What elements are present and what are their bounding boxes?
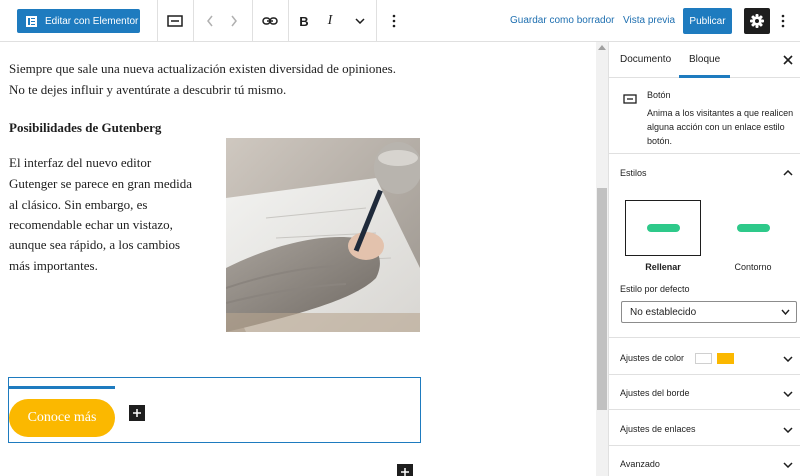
divider bbox=[609, 445, 800, 446]
more-formatting-chevron-icon[interactable] bbox=[350, 11, 370, 31]
toolbar-divider bbox=[252, 0, 253, 42]
scrollbar-thumb[interactable] bbox=[597, 188, 607, 410]
toolbar-divider bbox=[288, 0, 289, 42]
advanced-panel[interactable]: Avanzado bbox=[620, 459, 660, 469]
color-settings-panel[interactable]: Ajustes de color bbox=[620, 353, 684, 363]
body-line[interactable]: El interfaz del nuevo editor bbox=[9, 152, 151, 173]
body-line[interactable]: Gutenger se parece en gran medida bbox=[9, 173, 192, 194]
body-line[interactable]: recomendable echar un vistazo, bbox=[9, 214, 173, 235]
default-style-label: Estilo por defecto bbox=[620, 284, 690, 294]
link-settings-panel[interactable]: Ajustes de enlaces bbox=[620, 424, 696, 434]
edit-with-elementor-label: Editar con Elementor bbox=[45, 15, 139, 27]
border-settings-panel[interactable]: Ajustes del borde bbox=[620, 388, 690, 398]
divider bbox=[609, 374, 800, 375]
divider bbox=[609, 337, 800, 338]
style-option-rellenar[interactable] bbox=[625, 200, 701, 256]
intro-line[interactable]: Siempre que sale una nueva actualización… bbox=[9, 58, 396, 79]
scroll-up-arrow-icon[interactable] bbox=[598, 45, 606, 50]
divider bbox=[609, 153, 800, 154]
settings-gear-icon[interactable] bbox=[744, 8, 770, 34]
style-label-rellenar: Rellenar bbox=[645, 262, 681, 272]
top-toolbar: Editar con Elementor B I Guardar como bo… bbox=[0, 0, 800, 42]
more-options-icon[interactable] bbox=[384, 11, 404, 31]
section-heading[interactable]: Posibilidades de Gutenberg bbox=[9, 120, 161, 136]
chevron-left-icon[interactable] bbox=[200, 11, 220, 31]
divider bbox=[609, 409, 800, 410]
chevron-right-icon[interactable] bbox=[224, 11, 244, 31]
toolbar-divider bbox=[376, 0, 377, 42]
settings-sidebar: Documento Bloque Botón Anima a los visit… bbox=[608, 42, 800, 476]
block-indicator-bar bbox=[9, 386, 115, 389]
body-line[interactable]: aunque sea rápido, a los cambios bbox=[9, 234, 180, 255]
italic-button[interactable]: I bbox=[320, 11, 340, 31]
button-block-icon bbox=[623, 91, 637, 109]
bold-button[interactable]: B bbox=[294, 11, 314, 31]
editor-canvas[interactable]: Siempre que sale una nueva actualización… bbox=[0, 42, 596, 476]
style-preview-fill bbox=[646, 224, 680, 232]
chevron-down-icon[interactable] bbox=[783, 356, 793, 362]
intro-line[interactable]: No te dejes influir y aventúrate a descu… bbox=[9, 79, 286, 100]
publish-button[interactable]: Publicar bbox=[683, 8, 732, 34]
elementor-icon bbox=[26, 15, 37, 27]
tab-documento[interactable]: Documento bbox=[620, 54, 671, 65]
chevron-down-icon[interactable] bbox=[783, 391, 793, 397]
close-sidebar-icon[interactable] bbox=[781, 53, 795, 67]
tab-bloque[interactable]: Bloque bbox=[689, 54, 720, 65]
toolbar-divider bbox=[157, 0, 158, 42]
style-label-contorno: Contorno bbox=[734, 262, 772, 272]
background-color-swatch bbox=[717, 353, 734, 364]
active-tab-indicator bbox=[679, 75, 730, 78]
add-block-plus-icon[interactable] bbox=[129, 405, 145, 421]
edit-with-elementor-button[interactable]: Editar con Elementor bbox=[17, 9, 140, 33]
styles-panel-title[interactable]: Estilos bbox=[620, 168, 647, 178]
text-color-swatch bbox=[695, 353, 712, 364]
save-draft-button[interactable]: Guardar como borrador bbox=[510, 15, 615, 26]
conoce-mas-button[interactable]: Conoce más bbox=[9, 399, 115, 437]
chevron-up-icon[interactable] bbox=[783, 170, 793, 176]
options-menu-icon[interactable] bbox=[773, 11, 793, 31]
default-style-select[interactable]: No establecido bbox=[621, 301, 797, 323]
chevron-down-icon[interactable] bbox=[783, 462, 793, 468]
add-block-plus-icon[interactable] bbox=[397, 464, 413, 476]
body-line[interactable]: al clásico. Sin embargo, es bbox=[9, 194, 147, 215]
link-icon[interactable] bbox=[260, 11, 280, 31]
body-line[interactable]: más importantes. bbox=[9, 255, 98, 276]
editor-scrollbar[interactable] bbox=[596, 42, 608, 476]
photo-writing-hand bbox=[226, 138, 420, 332]
style-preview-outline bbox=[736, 224, 770, 232]
button-block[interactable]: Conoce más bbox=[8, 377, 421, 443]
block-type-button-icon[interactable] bbox=[165, 11, 185, 31]
style-option-contorno[interactable] bbox=[715, 200, 791, 256]
chevron-down-icon[interactable] bbox=[783, 427, 793, 433]
image-block[interactable] bbox=[226, 138, 420, 332]
block-description: Anima a los visitantes a que realicen al… bbox=[647, 108, 794, 146]
preview-button[interactable]: Vista previa bbox=[623, 15, 675, 26]
default-style-value: No establecido bbox=[630, 306, 697, 318]
toolbar-divider bbox=[193, 0, 194, 42]
block-name: Botón bbox=[647, 90, 671, 100]
chevron-down-icon bbox=[781, 309, 790, 315]
